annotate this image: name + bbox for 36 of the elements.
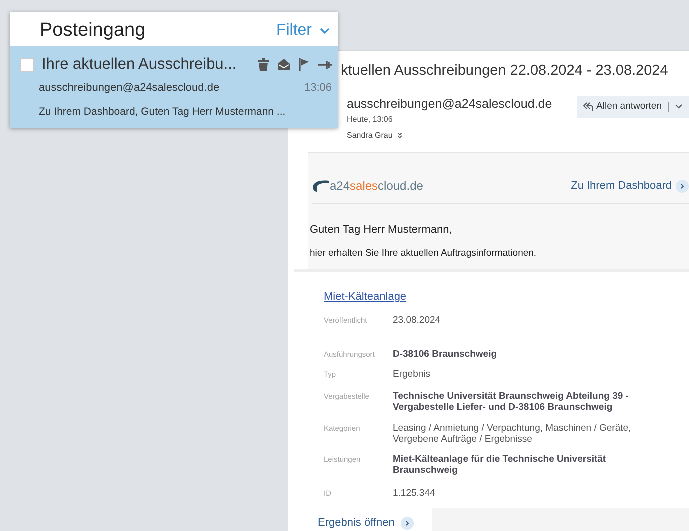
folder-title: Posteingang [40,18,146,43]
caret-icon [320,28,330,34]
field-value: Technische Universität Braunschweig Abteilung 39 - Vergabestelle Liefer- und D-38106 Braunschweig [393,392,630,414]
message-checkbox[interactable] [20,58,34,72]
message-preview: Zu Ihrem Dashboard, Guten Tag Herr Mustermann ... [39,104,286,120]
reply-all-button[interactable]: Allen antworten [576,96,689,118]
field-value: Miet-Kälteanlage für die Technische Universität Braunschweig [393,455,608,478]
chevron-icon [400,516,414,530]
flag-icon[interactable] [299,58,310,72]
message-sender: ausschreibungen@a24salescloud.de [39,81,220,96]
company-logo: a24salescloud.de [312,177,424,195]
greeting-text: Guten Tag Herr Mustermann, [310,223,454,238]
envelope-icon[interactable] [277,58,291,72]
trash-icon[interactable] [258,58,269,72]
field-value: Ergebnis [393,370,432,381]
intro-text: hier erhalten Sie Ihre aktuellen Auftragsinformationen. [310,246,538,260]
message-subject: Ihre aktuellen Ausschreibu... [42,55,237,75]
reply-all-icon [582,102,593,112]
field-value: 23.08.2024 [393,316,442,327]
sender-address: ausschreibungen@a24salescloud.de [347,96,552,113]
field-value: D-38106 Braunschweig [393,350,498,361]
tender-title-link[interactable]: Miet-Kälteanlage [324,291,407,303]
open-result-button[interactable]: Ergebnis öffnen [318,514,414,531]
field-value: Leasing / Anmietung / Verpachtung, Maschinen / Geräte, Vergebene Aufträge / Ergebnisse [393,424,632,446]
dashboard-link[interactable]: Zu Ihrem Dashboard [571,178,689,194]
recipient-name: Sandra Grau [347,130,393,142]
message-item[interactable]: Ihre aktuellen Ausschreibu... ausschreibungen@a24salescloud.de 13:06 Zu Ihrem Dashboard, Guten Tag Herr Mustermann ... [10,46,338,128]
email-subject: ktuellen Ausschreibungen 22.08.2024 - 23.08.2024 [341,62,668,81]
pin-icon[interactable] [318,60,332,70]
received-date: Heute, 13:06 [347,114,394,126]
chevron-icon [676,180,689,192]
expand-icon[interactable] [396,132,403,139]
logo-swoosh-icon [312,180,329,192]
caret-icon[interactable] [675,104,683,110]
field-value: 1.125.344 [393,489,436,500]
message-time: 13:06 [304,81,332,96]
